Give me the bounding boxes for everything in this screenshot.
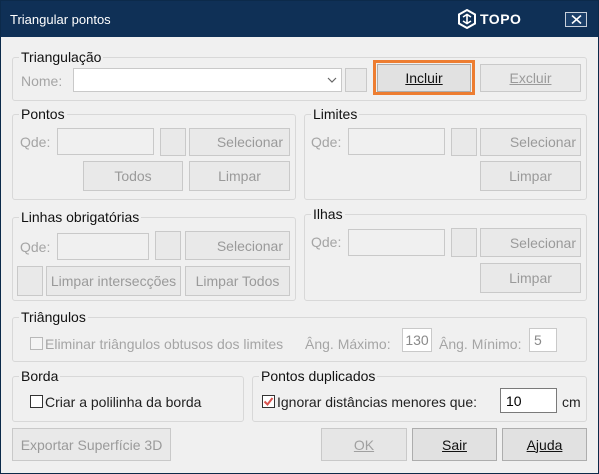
brand-logo: TOPO — [457, 9, 521, 29]
ok-button[interactable]: OK — [321, 428, 407, 461]
eliminar-label: Eliminar triângulos obtusos dos limites — [45, 336, 284, 352]
ang-max-input[interactable]: 130 — [402, 328, 432, 352]
limpar-interseccoes-button[interactable]: Limpar intersecções — [46, 266, 181, 296]
ok-label: OK — [353, 436, 375, 453]
ilhas-qde-label: Qde: — [311, 234, 342, 250]
ang-min-value: 5 — [534, 332, 542, 348]
limites-qde-label: Qde: — [311, 134, 342, 150]
ilhas-limpar-label: Limpar — [509, 270, 552, 286]
window-title: Triangular pontos — [10, 12, 111, 27]
checkmark-icon — [263, 397, 274, 407]
nome-combobox[interactable] — [73, 68, 342, 92]
pontos-selecionar-button[interactable]: Selecionar — [189, 128, 290, 156]
ignorar-checkbox[interactable] — [262, 395, 275, 408]
exportar-label: Exportar Superfície 3D — [20, 436, 163, 453]
linhas-qde-field — [57, 233, 149, 260]
nome-label: Nome: — [21, 73, 63, 89]
chevron-down-icon — [327, 77, 337, 83]
close-button[interactable] — [565, 12, 587, 27]
limites-pick-button[interactable] — [451, 128, 477, 156]
distance-input[interactable]: 10 — [500, 388, 557, 413]
incluir-highlight — [373, 60, 475, 95]
pontos-todos-label: Todos — [114, 168, 152, 184]
ilhas-pick-button[interactable] — [451, 228, 477, 257]
excluir-label: Excluir — [509, 70, 552, 86]
close-icon — [571, 15, 582, 24]
borda-legend: Borda — [19, 368, 61, 384]
ilhas-selecionar-label: Selecionar — [509, 234, 576, 251]
linhas-legend: Linhas obrigatórias — [19, 209, 142, 225]
pontos-selecionar-label: Selecionar — [216, 134, 283, 150]
ilhas-qde-field — [348, 229, 445, 256]
limites-selecionar-label: Selecionar — [509, 134, 576, 150]
pontos-qde-field — [57, 128, 154, 155]
dialog-window: Triangular pontos TOPO Triangulação Nome… — [0, 0, 599, 474]
limites-limpar-button[interactable]: Limpar — [480, 161, 581, 191]
triangulacao-legend: Triangulação — [19, 49, 104, 65]
pontos-legend: Pontos — [19, 106, 67, 122]
duplicados-legend: Pontos duplicados — [259, 368, 378, 384]
pontos-limpar-button[interactable]: Limpar — [189, 161, 290, 191]
limites-legend: Limites — [311, 106, 360, 122]
linhas-qde-label: Qde: — [20, 239, 51, 255]
ajuda-button[interactable]: Ajuda — [502, 428, 587, 461]
sair-button[interactable]: Sair — [412, 428, 497, 461]
exportar-superficie-button[interactable]: Exportar Superfície 3D — [12, 428, 171, 461]
ang-max-label: Âng. Máximo: — [305, 336, 391, 352]
distance-unit: cm — [562, 394, 581, 410]
ilhas-limpar-button[interactable]: Limpar — [480, 263, 581, 293]
ang-min-input[interactable]: 5 — [529, 328, 557, 352]
excluir-button[interactable]: Excluir — [480, 64, 581, 92]
brand-name: TOPO — [480, 11, 522, 27]
pontos-limpar-label: Limpar — [218, 168, 261, 184]
ajuda-label: Ajuda — [526, 436, 563, 453]
ilhas-selecionar-button[interactable]: Selecionar — [480, 228, 581, 257]
limites-qde-field — [348, 128, 445, 155]
limpar-todos-button[interactable]: Limpar Todos — [185, 266, 290, 296]
ang-min-label: Âng. Mínimo: — [439, 336, 522, 352]
distance-value: 10 — [506, 392, 522, 409]
pontos-todos-button[interactable]: Todos — [83, 161, 183, 191]
criar-polilinha-checkbox[interactable] — [30, 395, 43, 408]
limpar-todos-label: Limpar Todos — [195, 273, 280, 289]
ang-max-value: 130 — [405, 332, 429, 348]
linhas-extra-button[interactable] — [17, 266, 43, 296]
triangulos-legend: Triângulos — [19, 309, 88, 325]
linhas-pick-button[interactable] — [155, 231, 181, 260]
limites-selecionar-button[interactable]: Selecionar — [480, 128, 581, 156]
ignorar-label: Ignorar distâncias menores que: — [277, 394, 477, 410]
sair-label: Sair — [442, 436, 467, 453]
limpar-interseccoes-label: Limpar intersecções — [50, 273, 177, 289]
topo-logo-icon — [458, 9, 476, 29]
pontos-qde-label: Qde: — [20, 134, 51, 150]
nome-extra-button[interactable] — [345, 68, 367, 92]
criar-polilinha-label: Criar a polilinha da borda — [45, 394, 202, 410]
linhas-selecionar-button[interactable]: Selecionar — [185, 231, 290, 260]
linhas-selecionar-label: Selecionar — [216, 237, 283, 254]
limites-limpar-label: Limpar — [509, 168, 552, 184]
eliminar-checkbox[interactable] — [30, 337, 43, 350]
title-bar[interactable]: Triangular pontos TOPO — [1, 1, 598, 37]
pontos-pick-button[interactable] — [160, 128, 186, 156]
ilhas-legend: Ilhas — [311, 206, 345, 222]
